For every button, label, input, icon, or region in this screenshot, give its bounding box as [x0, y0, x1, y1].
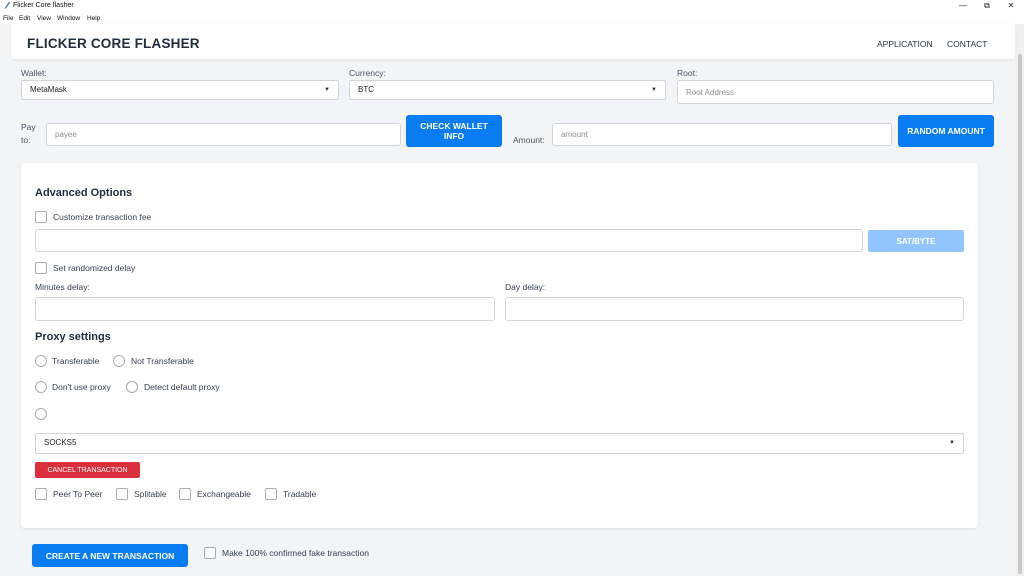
nav-link-application[interactable]: APPLICATION: [877, 39, 933, 49]
radio-no-proxy[interactable]: [35, 381, 47, 393]
check-wallet-info-button[interactable]: CHECK WALLET INFO: [406, 115, 502, 147]
window-title: Flicker Core flasher: [13, 2, 74, 9]
minimize-icon[interactable]: —: [951, 0, 975, 12]
menu-bar: File Edit View Window Help: [0, 12, 1024, 24]
close-icon[interactable]: ✕: [999, 0, 1023, 12]
payee-input[interactable]: [46, 123, 401, 146]
create-transaction-button[interactable]: CREATE A NEW TRANSACTION: [32, 544, 188, 567]
randomized-delay-label: Set randomized delay: [53, 263, 136, 273]
peer-to-peer-label: Peer To Peer: [53, 489, 103, 499]
proxy-settings-title: Proxy settings: [35, 331, 111, 343]
proxy-protocol-value: SOCKS5: [44, 438, 77, 447]
pay-to-label: Pay to:: [21, 122, 36, 145]
menu-file[interactable]: File: [3, 15, 13, 22]
top-navbar: FLICKER CORE FLASHER APPLICATION CONTACT: [11, 24, 1015, 59]
splitable-label: Splitable: [134, 489, 167, 499]
customize-fee-checkbox[interactable]: [35, 211, 47, 223]
menu-view[interactable]: View: [37, 15, 51, 22]
proxy-protocol-select[interactable]: SOCKS5 ▼: [35, 433, 964, 454]
minutes-delay-input[interactable]: [35, 297, 495, 321]
customize-fee-label: Customize transaction fee: [53, 212, 152, 222]
day-delay-label: Day delay:: [505, 282, 546, 292]
fake-transaction-label: Make 100% confirmed fake transaction: [222, 548, 369, 558]
window-titlebar: Flicker Core flasher — ⧉ ✕: [0, 0, 1024, 12]
tradable-checkbox[interactable]: [265, 488, 277, 500]
menu-help[interactable]: Help: [87, 15, 100, 22]
wallet-select[interactable]: MetaMask ▼: [21, 80, 339, 100]
amount-label: Amount:: [513, 135, 545, 145]
radio-detect-proxy-label: Detect default proxy: [144, 382, 220, 392]
restore-icon[interactable]: ⧉: [975, 0, 999, 12]
random-amount-button[interactable]: RANDOM AMOUNT: [898, 115, 994, 147]
advanced-options-title: Advanced Options: [35, 187, 133, 199]
radio-custom-proxy[interactable]: [35, 408, 47, 420]
amount-input[interactable]: [552, 123, 892, 146]
caret-down-icon: ▼: [949, 440, 955, 446]
radio-transferable-label: Transferable: [52, 356, 100, 366]
wallet-label: Wallet:: [21, 68, 47, 78]
currency-select[interactable]: BTC ▼: [349, 80, 666, 100]
wallet-selected-value: MetaMask: [30, 85, 67, 94]
brand-title: FLICKER CORE FLASHER: [27, 36, 200, 51]
root-address-input[interactable]: [677, 80, 994, 104]
cancel-transaction-button[interactable]: CANCEL TRANSACTION: [35, 462, 140, 478]
minutes-delay-label: Minutes delay:: [35, 282, 90, 292]
tradable-label: Tradable: [283, 489, 317, 499]
caret-down-icon: ▼: [324, 87, 330, 93]
peer-to-peer-checkbox[interactable]: [35, 488, 47, 500]
day-delay-input[interactable]: [505, 297, 964, 321]
scrollbar-thumb[interactable]: [1018, 54, 1022, 574]
radio-not-transferable[interactable]: [113, 355, 125, 367]
app-feather-icon: [4, 2, 10, 9]
radio-no-proxy-label: Don't use proxy: [52, 382, 111, 392]
exchangeable-label: Exchangeable: [197, 489, 251, 499]
currency-label: Currency:: [349, 68, 386, 78]
root-label: Root:: [677, 68, 698, 78]
randomized-delay-checkbox[interactable]: [35, 262, 47, 274]
sat-byte-button[interactable]: SAT/BYTE: [868, 230, 964, 252]
caret-down-icon: ▼: [651, 87, 657, 93]
nav-link-contact[interactable]: CONTACT: [947, 39, 987, 49]
currency-selected-value: BTC: [358, 85, 374, 94]
splitable-checkbox[interactable]: [116, 488, 128, 500]
radio-not-transferable-label: Not Transferable: [131, 356, 194, 366]
advanced-options-card: Advanced Options Customize transaction f…: [21, 163, 978, 528]
radio-transferable[interactable]: [35, 355, 47, 367]
fee-input[interactable]: [35, 229, 863, 252]
exchangeable-checkbox[interactable]: [179, 488, 191, 500]
menu-window[interactable]: Window: [57, 15, 80, 22]
fake-transaction-checkbox[interactable]: [204, 547, 216, 559]
menu-edit[interactable]: Edit: [19, 15, 30, 22]
vertical-scrollbar[interactable]: [1016, 24, 1024, 576]
radio-detect-proxy[interactable]: [126, 381, 138, 393]
